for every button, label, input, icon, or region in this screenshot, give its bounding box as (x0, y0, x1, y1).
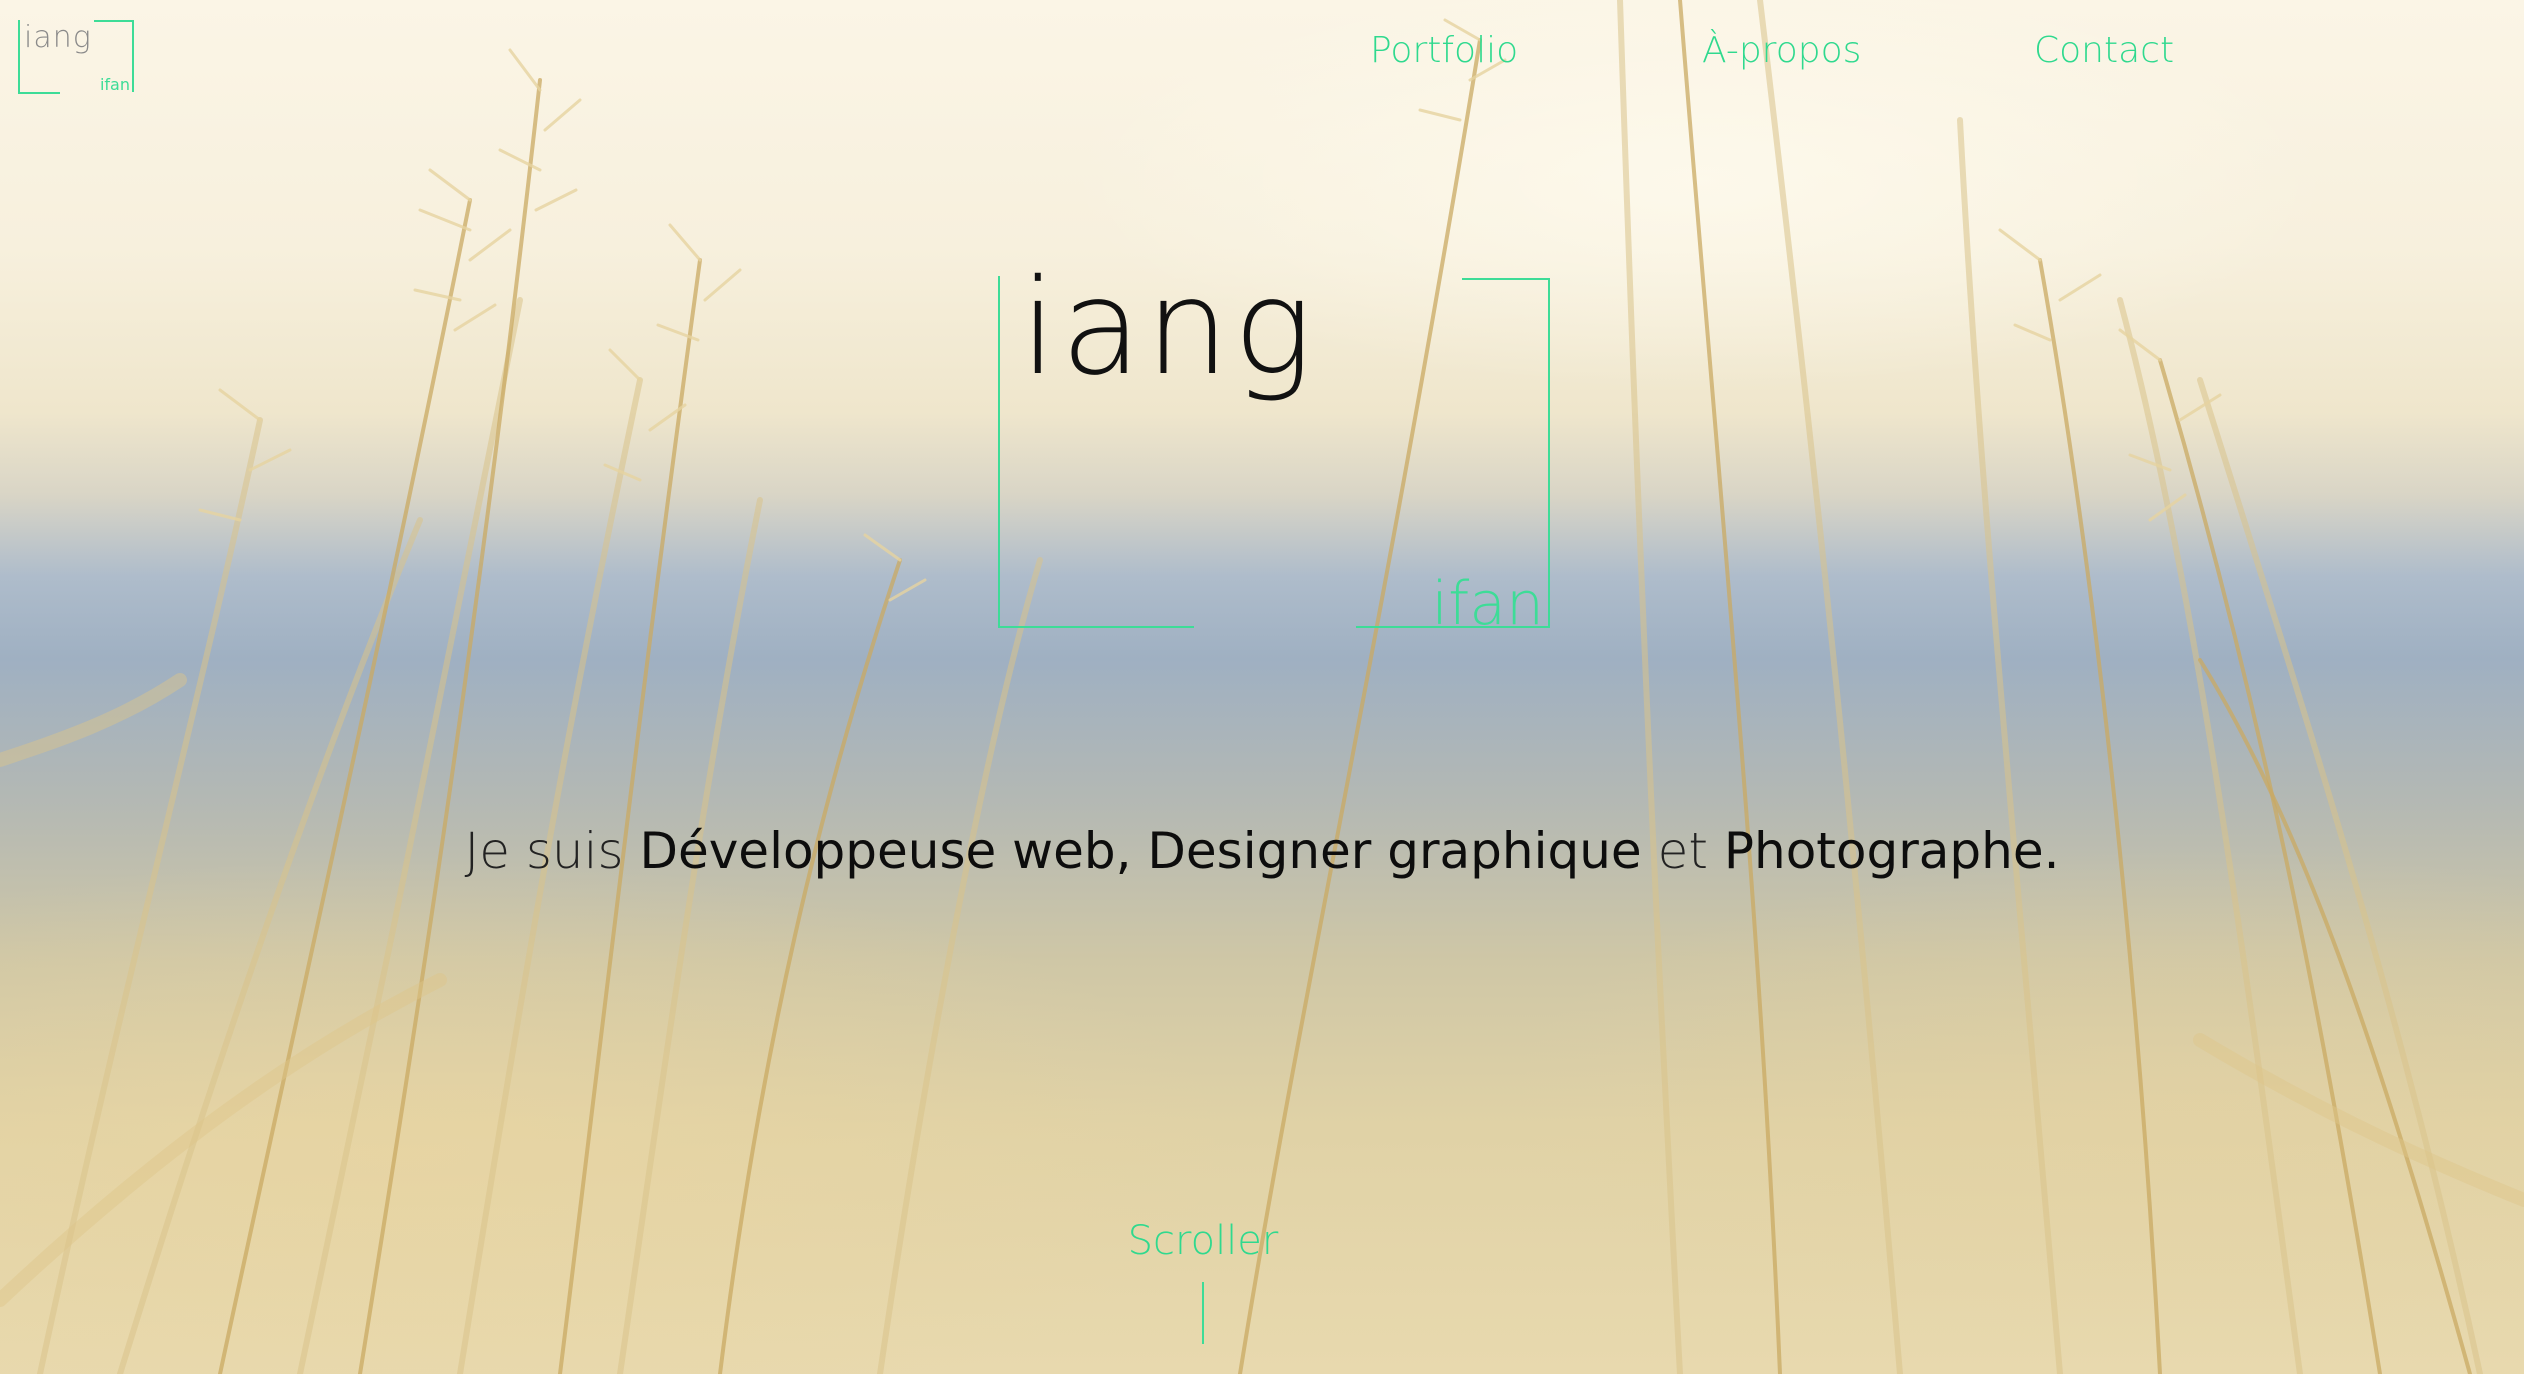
background-grass-photo (0, 0, 2524, 1374)
scroll-label: Scroller (1127, 1218, 1279, 1264)
nav-apropos-link[interactable]: À-propos (1702, 30, 1861, 71)
header-logo[interactable]: iang ifan (18, 20, 134, 94)
tagline-role-photo: Photographe. (1723, 822, 2060, 880)
hero-tagline: Je suis Développeuse web, Designer graph… (0, 822, 2524, 880)
nav-contact-link[interactable]: Contact (2034, 30, 2174, 71)
tagline-role-web: Développeuse web, (639, 822, 1132, 880)
hero-logo-bracket-top (1462, 278, 1550, 280)
tagline-intro: Je suis (464, 822, 624, 880)
tagline-role-graphic: Designer graphique (1147, 822, 1642, 880)
scroll-indicator[interactable]: Scroller (1108, 1218, 1298, 1344)
page: iang ifan Portfolio À-propos Contact ian… (0, 0, 2524, 1374)
tagline-conjunction: et (1657, 822, 1708, 880)
hero-logo: iang ifan (998, 262, 1550, 634)
hero-logo-bracket-right (1548, 278, 1550, 626)
hero-logo-secondary-text: ifan (1431, 569, 1544, 639)
header-logo-primary-text: iang (24, 20, 92, 55)
scroll-line (1202, 1282, 1204, 1344)
nav-portfolio-link[interactable]: Portfolio (1370, 30, 1518, 71)
hero-logo-primary-text: iang (1020, 251, 1317, 405)
header-logo-secondary-text: ifan (99, 75, 130, 94)
